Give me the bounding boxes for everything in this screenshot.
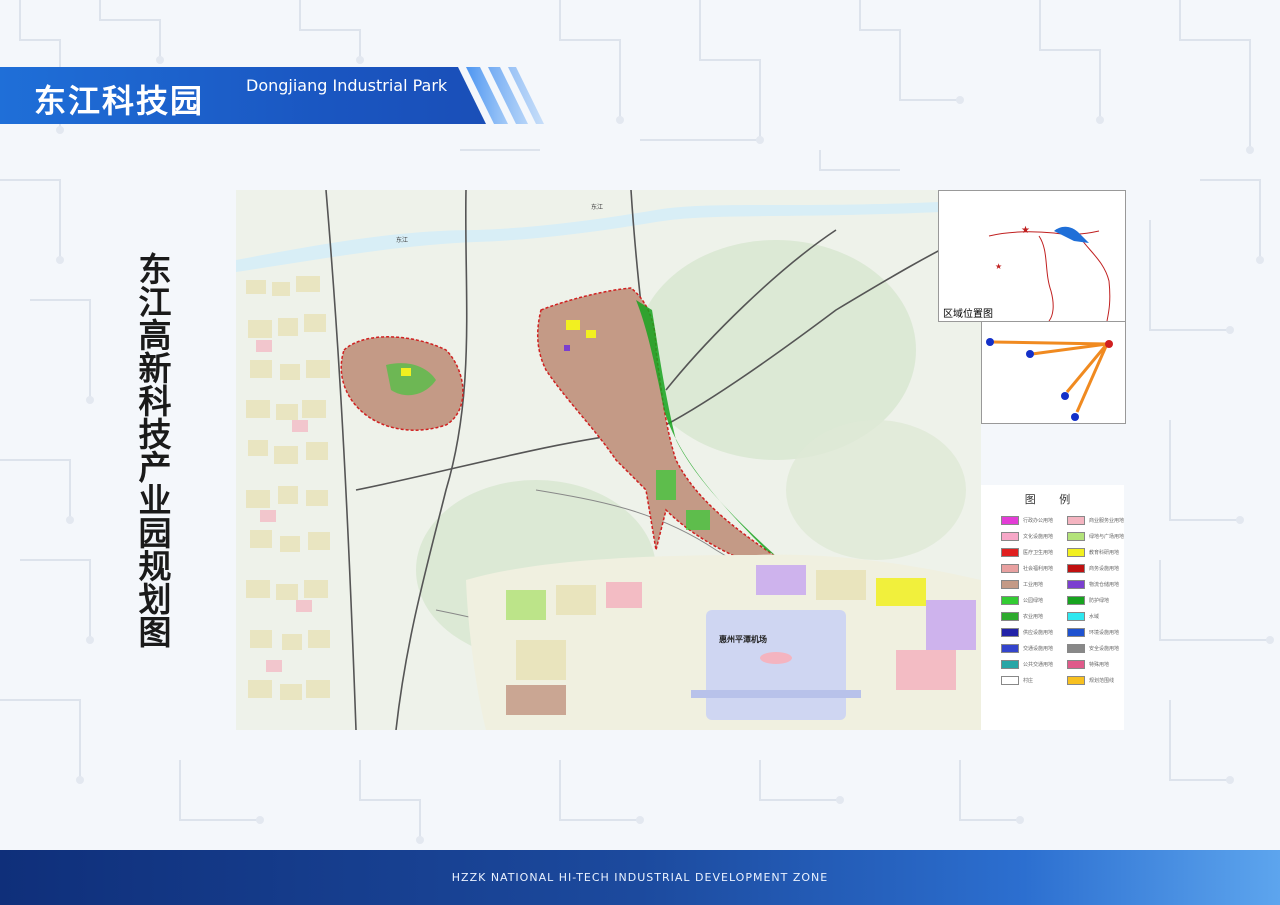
location-inset-label: 区域位置图	[941, 305, 995, 320]
legend-item: 特殊用地	[1067, 659, 1109, 669]
legend-swatch	[1067, 675, 1085, 685]
legend-swatch	[1067, 611, 1085, 621]
legend-label: 物流仓储用地	[1089, 581, 1120, 588]
legend-item: 交通设施用地	[1001, 643, 1053, 653]
legend-swatch	[1001, 675, 1019, 685]
legend-swatch	[1001, 611, 1019, 621]
legend-swatch	[1067, 627, 1085, 637]
legend-label: 特殊用地	[1089, 661, 1110, 668]
map-label-river-1: 东江	[396, 237, 409, 244]
legend-item: 环境设施用地	[1067, 627, 1119, 637]
legend-item: 供应设施用地	[1001, 627, 1053, 637]
legend-label: 环境设施用地	[1089, 629, 1120, 636]
legend-label: 教育科研用地	[1089, 549, 1120, 556]
legend-item: 商务设施用地	[1067, 563, 1119, 573]
legend-swatch	[1067, 515, 1085, 525]
header-title-en: Dongjiang Industrial Park	[246, 76, 448, 95]
svg-text:★: ★	[1021, 225, 1030, 236]
legend-label: 防护绿地	[1089, 597, 1110, 604]
legend-swatch	[1001, 595, 1019, 605]
legend-item: 教育科研用地	[1067, 547, 1119, 557]
legend-swatch	[1067, 563, 1085, 573]
legend-label: 商业服务业用地	[1089, 517, 1125, 524]
legend-label: 商务设施用地	[1089, 565, 1120, 572]
legend-item: 防护绿地	[1067, 595, 1109, 605]
page-title: 东江高新科技产业园规划图	[133, 252, 172, 648]
legend-swatch	[1001, 643, 1019, 653]
legend-swatch	[1067, 659, 1085, 669]
legend-item: 商业服务业用地	[1067, 515, 1124, 525]
legend-label: 工业用地	[1023, 581, 1044, 588]
legend-swatch	[1001, 627, 1019, 637]
legend-swatch	[1067, 547, 1085, 557]
legend-swatch	[1001, 547, 1019, 557]
legend-label: 绿地与广场用地	[1089, 533, 1125, 540]
legend-label: 供应设施用地	[1023, 629, 1054, 636]
map-label-airport: 惠州平潭机场	[719, 635, 767, 644]
legend-label: 医疗卫生用地	[1023, 549, 1054, 556]
legend-item: 物流仓储用地	[1067, 579, 1119, 589]
legend-label: 水域	[1089, 613, 1100, 620]
svg-text:★: ★	[995, 262, 1002, 271]
legend-item: 公园绿地	[1001, 595, 1043, 605]
legend-swatch	[1067, 643, 1085, 653]
legend-label: 公共交通用地	[1023, 661, 1054, 668]
legend-swatch	[1001, 579, 1019, 589]
map-legend: 图 例 行政办公用地 商业服务业用地文化设施用地 绿地与广场用地医疗卫生用地 教育科研…	[981, 485, 1124, 730]
footer-text: HZZK NATIONAL HI-TECH INDUSTRIAL DEVELOP…	[451, 871, 829, 884]
legend-title: 图 例	[1024, 493, 1081, 506]
legend-item: 医疗卫生用地	[1001, 547, 1053, 557]
header-title-cn: 东江科技园	[34, 82, 205, 120]
legend-item: 水域	[1067, 611, 1099, 621]
location-inset: ★ ★	[938, 190, 1126, 322]
legend-swatch	[1001, 515, 1019, 525]
distance-inset	[981, 321, 1126, 424]
legend-swatch	[1067, 579, 1085, 589]
legend-label: 社会福利用地	[1023, 565, 1054, 572]
legend-label: 交通设施用地	[1023, 645, 1054, 652]
legend-label: 规划范围线	[1089, 677, 1115, 684]
planning-map: 东江 东江 惠州平潭机场	[236, 190, 981, 730]
legend-swatch	[1001, 659, 1019, 669]
legend-label: 文化设施用地	[1023, 533, 1054, 540]
legend-label: 村庄	[1023, 677, 1034, 684]
legend-item: 工业用地	[1001, 579, 1043, 589]
legend-item: 行政办公用地	[1001, 515, 1053, 525]
legend-swatch	[1067, 595, 1085, 605]
legend-item: 文化设施用地	[1001, 531, 1053, 541]
legend-item: 规划范围线	[1067, 675, 1114, 685]
legend-item: 公共交通用地	[1001, 659, 1053, 669]
legend-label: 行政办公用地	[1023, 517, 1054, 524]
legend-item: 绿地与广场用地	[1067, 531, 1124, 541]
map-label-river-2: 东江	[591, 204, 604, 211]
legend-item: 村庄	[1001, 675, 1033, 685]
legend-item: 农业用地	[1001, 611, 1043, 621]
legend-swatch	[1001, 531, 1019, 541]
legend-label: 农业用地	[1023, 613, 1044, 620]
legend-item: 安全设施用地	[1067, 643, 1119, 653]
legend-label: 安全设施用地	[1089, 645, 1120, 652]
legend-label: 公园绿地	[1023, 597, 1044, 604]
legend-swatch	[1001, 563, 1019, 573]
legend-swatch	[1067, 531, 1085, 541]
legend-item: 社会福利用地	[1001, 563, 1053, 573]
